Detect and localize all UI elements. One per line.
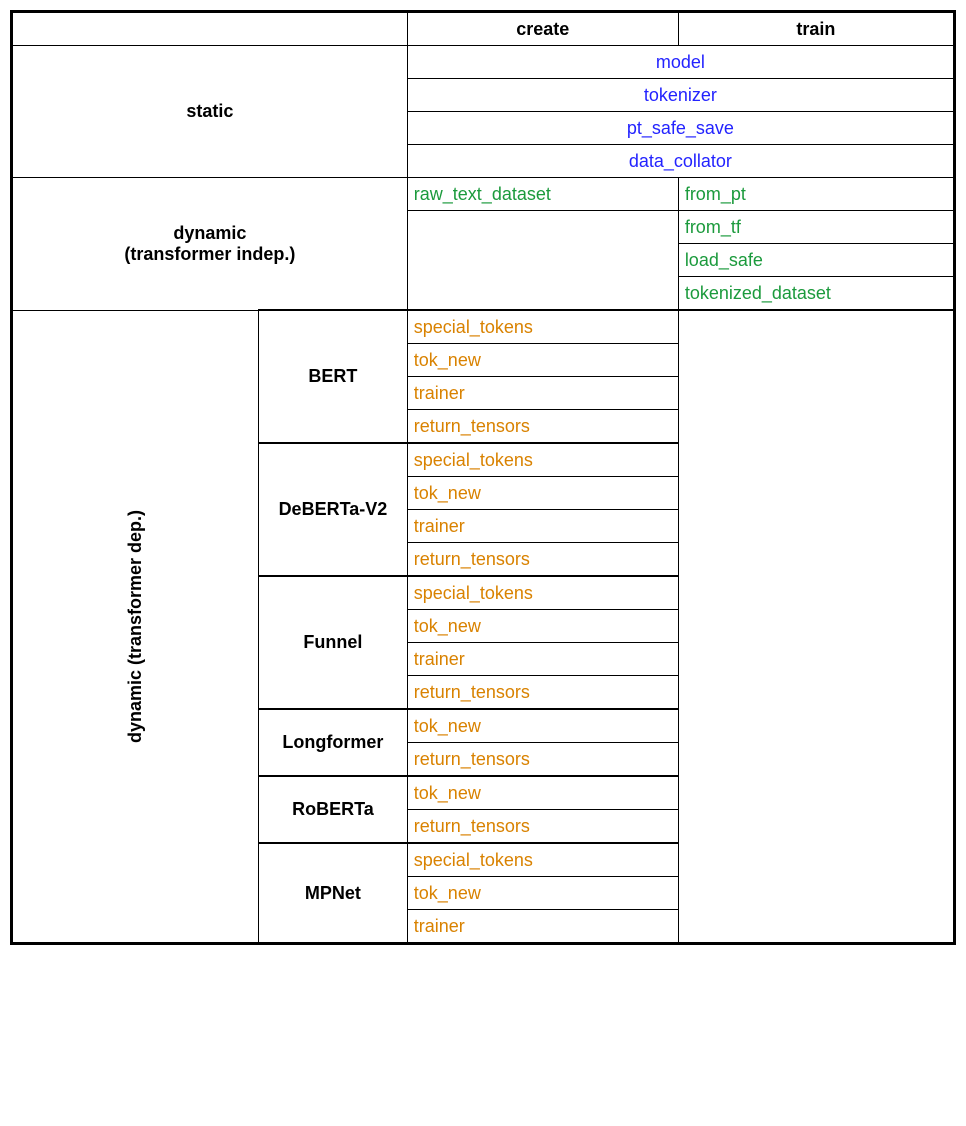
model-label: Funnel xyxy=(259,576,408,709)
static-item: tokenizer xyxy=(407,79,954,112)
model-item: trainer xyxy=(407,910,678,944)
model-item: tok_new xyxy=(407,610,678,643)
model-item: tok_new xyxy=(407,477,678,510)
model-item: trainer xyxy=(407,643,678,676)
dynamic-indep-line1: dynamic xyxy=(173,223,246,243)
dyn-dep-train-empty xyxy=(678,310,954,944)
section-dynamic-dep-label: dynamic (transformer dep.) xyxy=(12,310,259,944)
features-table: create train static model tokenizer pt_s… xyxy=(10,10,956,945)
model-label: DeBERTa-V2 xyxy=(259,443,408,576)
model-item: special_tokens xyxy=(407,843,678,877)
static-item: model xyxy=(407,46,954,79)
model-item: return_tensors xyxy=(407,543,678,577)
dyn-indep-create-empty xyxy=(407,211,678,311)
model-label: Longformer xyxy=(259,709,408,776)
header-blank xyxy=(12,12,408,46)
header-create: create xyxy=(407,12,678,46)
model-item: return_tensors xyxy=(407,743,678,777)
static-item: pt_safe_save xyxy=(407,112,954,145)
model-item: return_tensors xyxy=(407,410,678,444)
dyn-indep-train-item: from_tf xyxy=(678,211,954,244)
model-label: MPNet xyxy=(259,843,408,944)
section-dynamic-indep-label: dynamic (transformer indep.) xyxy=(12,178,408,311)
model-item: tok_new xyxy=(407,709,678,743)
model-item: return_tensors xyxy=(407,676,678,710)
model-label: BERT xyxy=(259,310,408,443)
dyn-indep-train-item: load_safe xyxy=(678,244,954,277)
model-item: special_tokens xyxy=(407,443,678,477)
model-item: tok_new xyxy=(407,877,678,910)
model-label: RoBERTa xyxy=(259,776,408,843)
model-item: special_tokens xyxy=(407,310,678,344)
model-item: tok_new xyxy=(407,344,678,377)
dynamic-indep-line2: (transformer indep.) xyxy=(124,244,295,264)
model-item: tok_new xyxy=(407,776,678,810)
dynamic-dep-label-text: dynamic (transformer dep.) xyxy=(125,510,146,743)
static-item: data_collator xyxy=(407,145,954,178)
model-item: trainer xyxy=(407,377,678,410)
dyn-indep-train-item: from_pt xyxy=(678,178,954,211)
dyn-indep-create-item: raw_text_dataset xyxy=(407,178,678,211)
dyn-indep-train-item: tokenized_dataset xyxy=(678,277,954,311)
section-static-label: static xyxy=(12,46,408,178)
model-item: special_tokens xyxy=(407,576,678,610)
model-item: trainer xyxy=(407,510,678,543)
header-train: train xyxy=(678,12,954,46)
model-item: return_tensors xyxy=(407,810,678,844)
